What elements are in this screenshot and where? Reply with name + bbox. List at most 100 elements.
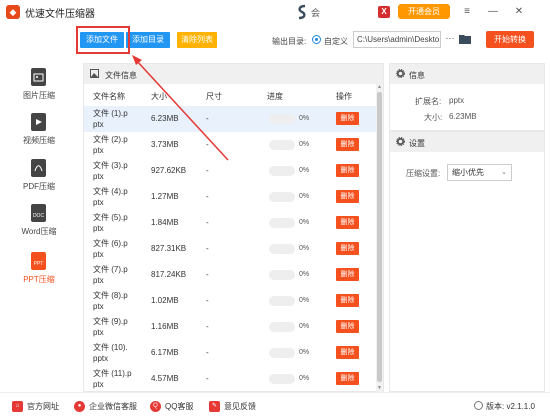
table-row[interactable]: 文件 (8).p ptx 1.02MB - 0% 删除 [84,288,376,314]
settings-panel-title: 设置 [409,139,425,148]
file-dim-cell: - [206,296,209,305]
file-size-cell: 1.27MB [151,192,179,201]
col-header-progress: 进度 [267,92,283,101]
delete-button[interactable]: 删除 [336,372,359,385]
table-row[interactable]: 文件 (2).p ptx 3.73MB - 0% 删除 [84,132,376,158]
size-value: 6.23MB [449,112,477,121]
website-link[interactable]: ⌂ 官方网址 [12,400,59,412]
table-row[interactable]: 文件 (9).p ptx 1.16MB - 0% 删除 [84,314,376,340]
progress-text: 0% [299,271,310,278]
browse-button[interactable]: ··· [445,34,455,44]
file-dim-cell: - [206,166,209,175]
delete-button[interactable]: 删除 [336,190,359,203]
feedback-icon: ✎ [209,400,220,412]
sidebar-item-label: PPT压缩 [23,275,55,284]
sidebar-item-word[interactable]: DOC Word压缩 [0,204,78,248]
support-link[interactable]: ● 企业微信客服 [74,400,137,412]
progress-bar [269,192,295,202]
progress-text: 0% [299,167,310,174]
file-dim-cell: - [206,374,209,383]
scrollbar[interactable]: ▲ ▼ [376,84,383,392]
table-row[interactable]: 文件 (6).p ptx 827.31KB - 0% 删除 [84,236,376,262]
vip-button[interactable]: 开通会员 [398,4,450,19]
qq-label: QQ客服 [165,401,194,411]
file-list-panel: 文件信息 文件名称 大小 尺寸 进度 操作 文件 (1).p ptx 6.23MB… [83,63,384,392]
scroll-up-icon[interactable]: ▲ [376,84,383,91]
file-dim-cell: - [206,244,209,253]
app-logo-icon: ◆ [6,5,20,19]
gear-icon [396,137,405,146]
table-row[interactable]: 文件 (3).p ptx 927.62KB - 0% 删除 [84,158,376,184]
file-name-cell: 文件 (7).p ptx [93,265,128,285]
qq-link[interactable]: Q QQ客服 [150,400,193,412]
progress-bar [269,166,295,176]
delete-button[interactable]: 删除 [336,164,359,177]
file-dim-cell: - [206,192,209,201]
progress-text: 0% [299,297,310,304]
brand-label: 会 [311,8,321,18]
video-icon [31,113,46,131]
file-rows: 文件 (1).p ptx 6.23MB -0% 删除 文件 (2).p ptx 3.73M… [84,106,376,392]
progress-bar [269,296,295,306]
title-bar: ◆ 优速文件压缩器 会 X 开通会员 ≡ — ✕ [0,0,550,24]
delete-button[interactable]: 删除 [336,112,359,125]
delete-button[interactable]: 删除 [336,216,359,229]
app-title: 优速文件压缩器 [25,8,95,20]
scroll-thumb[interactable] [377,92,382,382]
sidebar: 图片压缩 视频压缩 PDF压缩 DOC Word压缩 PPT PPT压缩 [0,56,78,392]
info-panel-title: 信息 [409,71,425,80]
image-icon [90,69,99,78]
file-dim-cell: - [206,140,209,149]
file-name-cell: 文件 (1).p ptx [93,109,128,129]
sidebar-item-label: Word压缩 [21,227,57,236]
file-name-cell: 文件 (2).p ptx [93,135,128,155]
sidebar-item-image[interactable]: 图片压缩 [0,68,78,112]
progress-text: 0% [299,245,310,252]
feedback-link[interactable]: ✎ 意见反馈 [209,400,256,412]
scroll-down-icon[interactable]: ▼ [376,385,383,392]
add-dir-button[interactable]: 添加目录 [126,32,170,48]
file-name-cell: 文件 (9).p ptx [93,317,128,337]
delete-button[interactable]: 删除 [336,294,359,307]
delete-button[interactable]: 删除 [336,346,359,359]
sidebar-item-ppt[interactable]: PPT PPT压缩 [0,252,78,296]
ext-label: 扩展名: [415,97,442,106]
custom-radio[interactable] [312,35,321,44]
table-row[interactable]: 文件 (5).p ptx 1.84MB - 0% 删除 [84,210,376,236]
file-size-cell: 1.16MB [151,322,179,331]
delete-button[interactable]: 删除 [336,138,359,151]
table-row[interactable]: 文件 (7).p ptx 817.24KB - 0% 删除 [84,262,376,288]
file-dim-cell: - [206,348,209,357]
folder-icon[interactable] [459,34,471,44]
custom-radio-label: 自定义 [324,37,348,46]
table-row[interactable]: 文件 (4).p ptx 1.27MB - 0% 删除 [84,184,376,210]
delete-button[interactable]: 删除 [336,242,359,255]
minimize-icon[interactable]: — [486,5,500,19]
file-name-cell: 文件 (8).p ptx [93,291,128,311]
table-row[interactable]: 文件 (11).p ptx 4.57MB - 0% 删除 [84,366,376,392]
file-name-cell: 文件 (4).p ptx [93,187,128,207]
file-panel-title: 文件信息 [105,71,137,80]
home-icon: ⌂ [12,400,23,412]
compress-select[interactable]: 缩小优先 ⌄ [447,164,512,181]
menu-icon[interactable]: ≡ [460,5,474,19]
table-row[interactable]: 文件 (10). pptx 6.17MB - 0% 删除 [84,340,376,366]
sidebar-item-pdf[interactable]: PDF压缩 [0,159,78,203]
output-path-input[interactable]: C:\Users\admin\Deskto [353,31,441,48]
ppt-icon: PPT [31,252,46,270]
highlight-box [76,26,130,54]
close-icon[interactable]: ✕ [512,5,526,19]
delete-button[interactable]: 删除 [336,320,359,333]
word-icon: DOC [31,204,46,222]
start-convert-button[interactable]: 开始转换 [486,31,534,48]
sidebar-item-video[interactable]: 视频压缩 [0,113,78,157]
progress-bar [269,374,295,384]
file-dim-cell: - [206,322,209,331]
sidebar-item-label: 视频压缩 [23,136,55,145]
info-panel-header: 信息 [390,64,544,84]
file-size-cell: 6.17MB [151,348,179,357]
clear-list-button[interactable]: 清除列表 [177,32,217,48]
close-ad-icon[interactable]: X [378,6,390,18]
delete-button[interactable]: 删除 [336,268,359,281]
table-row[interactable]: 文件 (1).p ptx 6.23MB - 0% 删除 [84,106,376,132]
